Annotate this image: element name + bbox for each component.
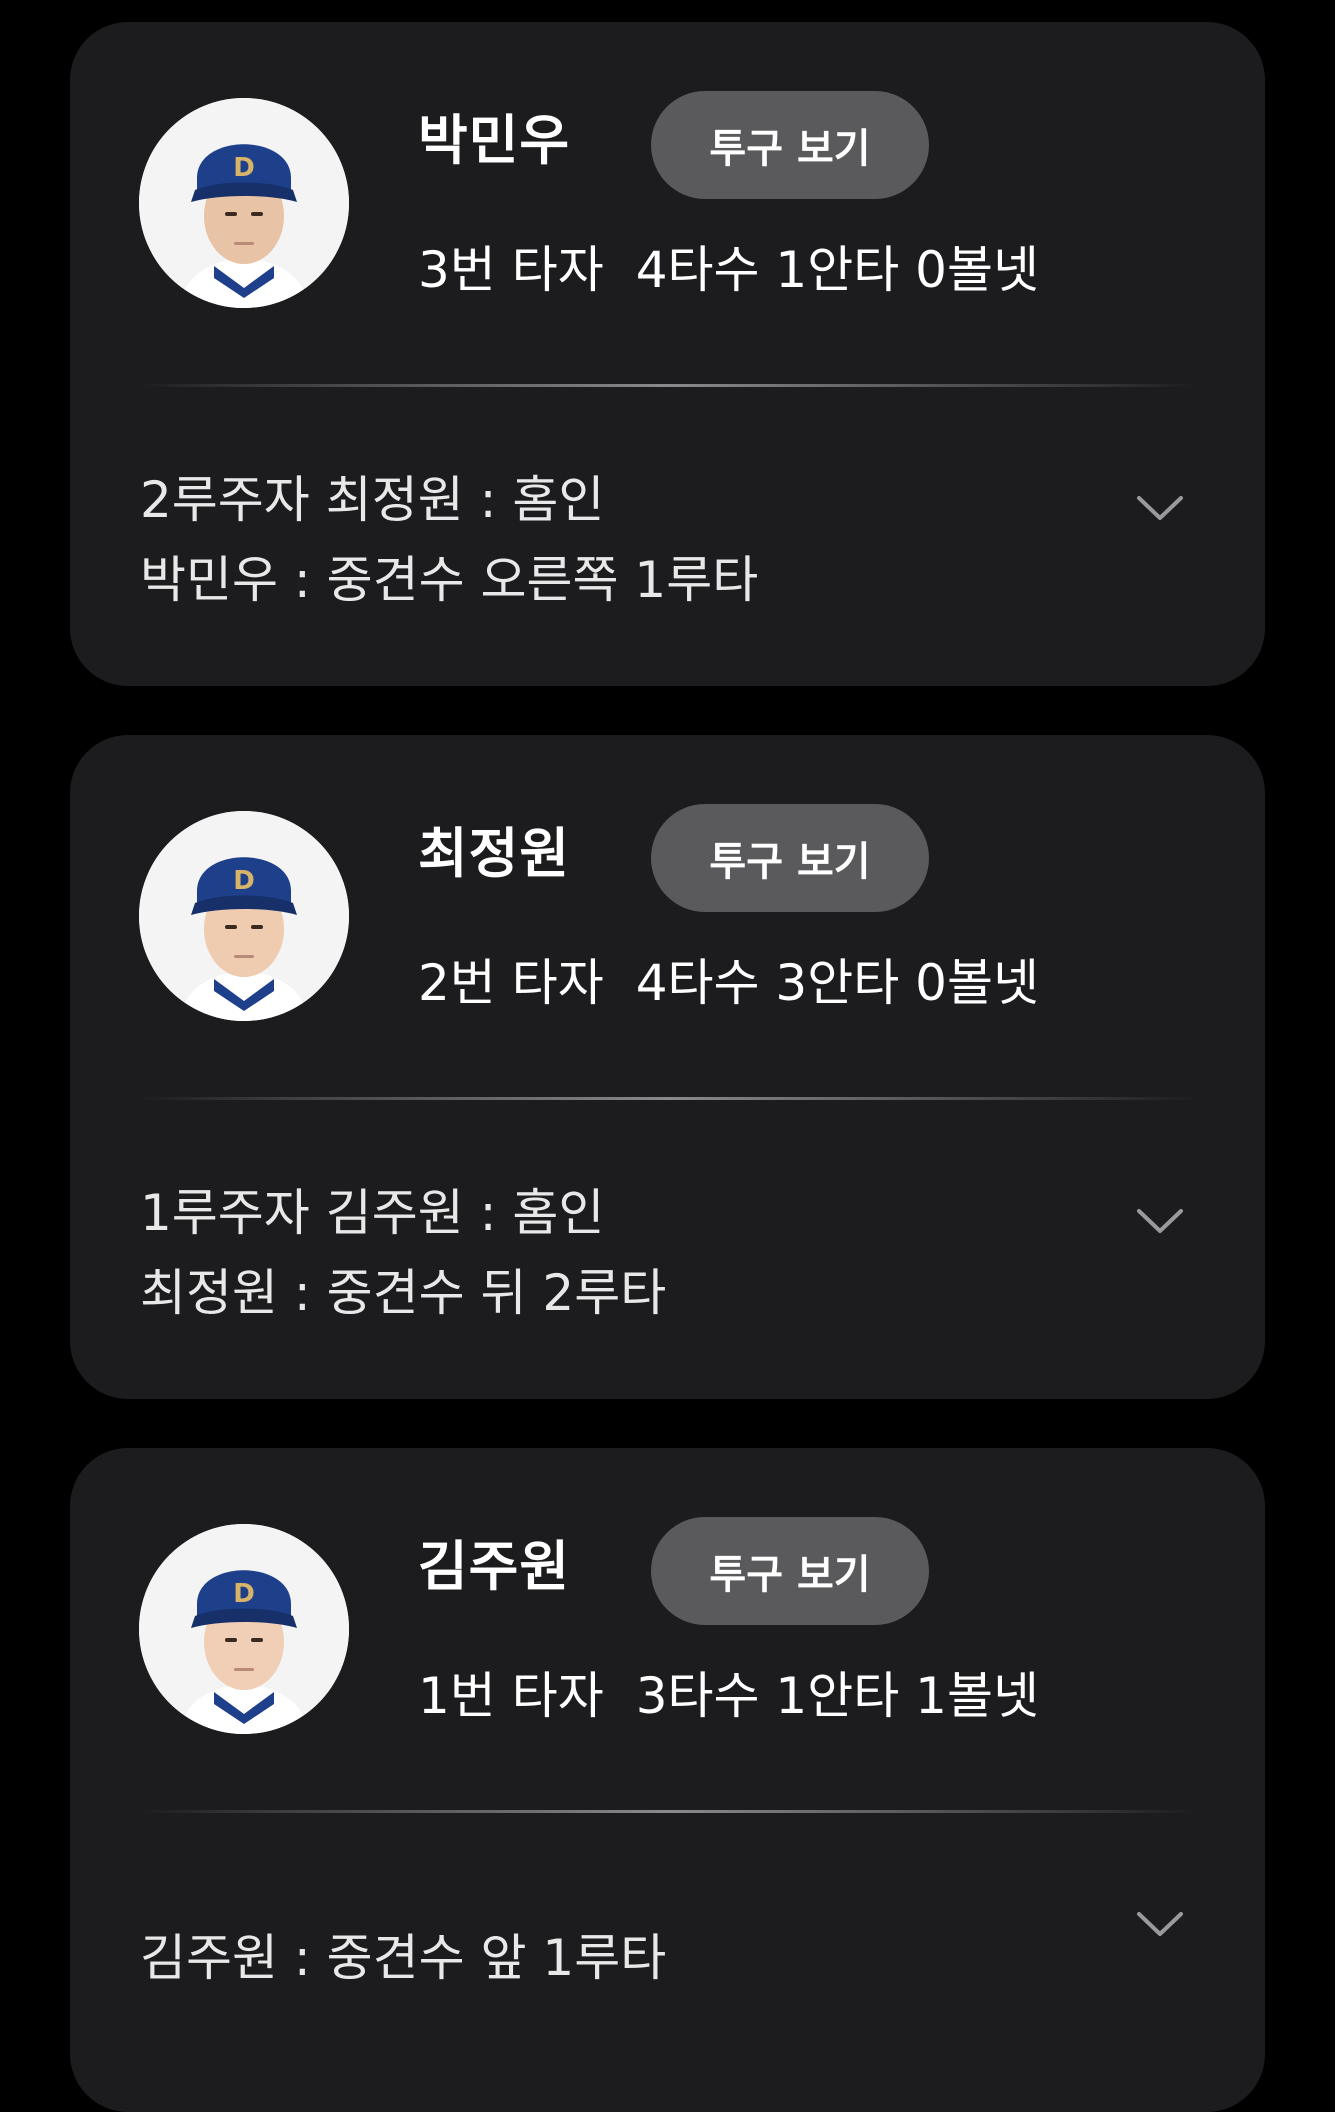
batting-record: 3타수 1안타 1볼넷: [635, 1667, 1039, 1725]
play-event: 1루주자 김주원 : 홈인: [140, 1184, 605, 1242]
divider: [138, 1097, 1198, 1100]
play-events: 김주원 : 중견수 앞 1루타: [140, 1918, 1090, 1998]
batter-stats: 2번 타자 4타수 3안타 0볼넷: [418, 958, 1039, 1008]
view-pitches-button[interactable]: 투구 보기: [651, 804, 929, 912]
player-avatar: D: [139, 98, 349, 308]
batting-record: 4타수 1안타 0볼넷: [635, 241, 1039, 299]
svg-text:D: D: [233, 153, 255, 183]
player-avatar: D: [139, 1524, 349, 1734]
player-card: D 최정원 투구 보기 2번 타자 4타수 3안타 0볼넷 1루주자 김주원 :…: [70, 735, 1265, 1399]
player-photo-icon: D: [139, 98, 349, 308]
expand-button[interactable]: [1130, 478, 1190, 538]
divider: [138, 384, 1198, 387]
player-photo-icon: D: [139, 811, 349, 1021]
svg-text:D: D: [233, 866, 255, 896]
view-pitches-button[interactable]: 투구 보기: [651, 1517, 929, 1625]
svg-text:D: D: [233, 1579, 255, 1609]
player-name: 박민우: [418, 109, 571, 172]
expand-button[interactable]: [1130, 1191, 1190, 1251]
play-event: 2루주자 최정원 : 홈인: [140, 471, 605, 529]
batting-record: 4타수 3안타 0볼넷: [635, 954, 1039, 1012]
player-card: D 박민우 투구 보기 3번 타자 4타수 1안타 0볼넷 2루주자 최정원 :…: [70, 22, 1265, 686]
play-events: 1루주자 김주원 : 홈인 최정원 : 중견수 뒤 2루타: [140, 1173, 1090, 1333]
play-event: 박민우 : 중견수 오른쪽 1루타: [140, 551, 759, 609]
play-event: 최정원 : 중견수 뒤 2루타: [140, 1264, 667, 1322]
player-name: 최정원: [418, 822, 571, 885]
play-events: 2루주자 최정원 : 홈인 박민우 : 중견수 오른쪽 1루타: [140, 460, 1090, 620]
player-name: 김주원: [418, 1535, 571, 1598]
player-card: D 김주원 투구 보기 1번 타자 3타수 1안타 1볼넷 김주원 : 중견수 …: [70, 1448, 1265, 2112]
batting-order: 3번 타자: [418, 241, 604, 299]
chevron-down-icon: [1137, 1912, 1183, 1936]
batter-stats: 3번 타자 4타수 1안타 0볼넷: [418, 245, 1039, 295]
chevron-down-icon: [1137, 496, 1183, 520]
player-photo-icon: D: [139, 1524, 349, 1734]
batter-stats: 1번 타자 3타수 1안타 1볼넷: [418, 1671, 1039, 1721]
player-avatar: D: [139, 811, 349, 1021]
play-event: 김주원 : 중견수 앞 1루타: [140, 1929, 667, 1987]
batting-order: 2번 타자: [418, 954, 604, 1012]
batting-order: 1번 타자: [418, 1667, 604, 1725]
view-pitches-button[interactable]: 투구 보기: [651, 91, 929, 199]
expand-button[interactable]: [1130, 1894, 1190, 1954]
divider: [138, 1810, 1198, 1813]
chevron-down-icon: [1137, 1209, 1183, 1233]
